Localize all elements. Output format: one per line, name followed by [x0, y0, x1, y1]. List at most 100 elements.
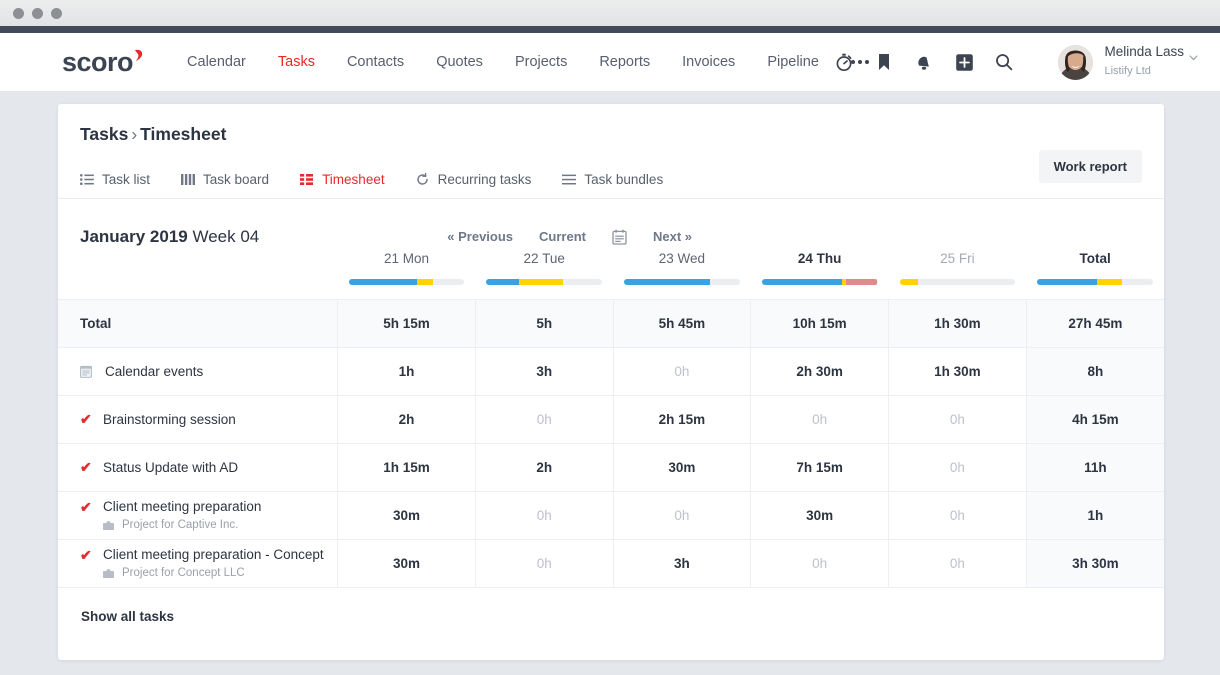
window-maximize-dot[interactable] [51, 8, 62, 19]
total-thu: 10h 15m [751, 299, 889, 347]
cell-client-concept-tue[interactable]: 0h [475, 539, 613, 587]
cell-status-update-fri[interactable]: 0h [889, 443, 1027, 491]
check-icon[interactable]: ✔ [80, 460, 92, 474]
tab-timesheet[interactable]: Timesheet [300, 161, 385, 199]
tab-task-board-label: Task board [203, 172, 269, 187]
work-report-button[interactable]: Work report [1039, 150, 1142, 183]
chevron-down-icon[interactable] [1189, 49, 1198, 55]
window-minimize-dot[interactable] [32, 8, 43, 19]
cell-calendar-events-fri[interactable]: 1h 30m [889, 347, 1027, 395]
tab-task-board[interactable]: Task board [181, 161, 269, 199]
period-label: January 2019 Week 04 [80, 227, 259, 247]
calendar-icon[interactable] [612, 229, 627, 245]
show-all-tasks-link[interactable]: Show all tasks [58, 588, 174, 624]
column-header-tue[interactable]: 22 Tue [475, 251, 613, 299]
cell-calendar-events-wed[interactable]: 0h [613, 347, 751, 395]
timesheet-head: 21 Mon 22 Tue 23 Wed [58, 251, 1164, 299]
table-row[interactable]: ✔ Brainstorming session 2h 0h 2h 15m 0h … [58, 395, 1164, 443]
total-row-label-text: Total [80, 316, 111, 331]
tab-task-bundles-label: Task bundles [584, 172, 663, 187]
user-name-row: Melinda Lass [1104, 44, 1198, 61]
cell-client-captive-mon[interactable]: 30m [338, 491, 476, 539]
search-icon[interactable] [993, 51, 1015, 73]
row-project-label-captive: Project for Captive Inc. [122, 519, 238, 531]
row-name-client-concept: Client meeting preparation - Concept [103, 547, 324, 562]
nav-item-quotes[interactable]: Quotes [420, 54, 499, 70]
total-wed: 5h 45m [613, 299, 751, 347]
day-label-total: Total [1026, 251, 1164, 266]
bookmark-icon[interactable] [873, 51, 895, 73]
nav-item-calendar[interactable]: Calendar [171, 54, 262, 70]
grid-icon [300, 174, 314, 186]
tab-task-list[interactable]: Task list [80, 161, 150, 199]
cell-brainstorming-thu[interactable]: 0h [751, 395, 889, 443]
tab-task-bundles[interactable]: Task bundles [562, 161, 663, 199]
breadcrumb-separator: › [131, 124, 137, 144]
tab-bar: Task list Task board [58, 161, 1164, 199]
cell-calendar-events-thu[interactable]: 2h 30m [751, 347, 889, 395]
cell-brainstorming-fri[interactable]: 0h [889, 395, 1027, 443]
period-month-year: January 2019 [80, 227, 188, 246]
day-label-tue: 22 Tue [475, 251, 613, 266]
tab-task-list-label: Task list [102, 172, 150, 187]
cell-calendar-events-mon[interactable]: 1h [338, 347, 476, 395]
scoro-logo[interactable]: scoro [62, 49, 143, 76]
list-icon [80, 174, 94, 186]
breadcrumb-root[interactable]: Tasks [80, 124, 128, 144]
total-tue: 5h [475, 299, 613, 347]
cell-client-concept-fri[interactable]: 0h [889, 539, 1027, 587]
cell-client-captive-fri[interactable]: 0h [889, 491, 1027, 539]
nav-item-contacts[interactable]: Contacts [331, 54, 420, 70]
cell-client-captive-wed[interactable]: 0h [613, 491, 751, 539]
tab-recurring-tasks[interactable]: Recurring tasks [416, 161, 532, 199]
cell-status-update-thu[interactable]: 7h 15m [751, 443, 889, 491]
check-icon[interactable]: ✔ [80, 412, 92, 426]
previous-button[interactable]: « Previous [447, 229, 513, 244]
period-week: Week 04 [192, 227, 259, 246]
browser-chrome [0, 0, 1220, 26]
row-name-cell-client-captive: ✔ Client meeting preparation [58, 491, 338, 539]
header-icon-group [833, 33, 1015, 91]
nav-item-pipeline[interactable]: Pipeline [751, 54, 835, 70]
cell-client-concept-thu[interactable]: 0h [751, 539, 889, 587]
cell-status-update-wed[interactable]: 30m [613, 443, 751, 491]
table-row[interactable]: ✔ Status Update with AD 1h 15m 2h 30m 7h… [58, 443, 1164, 491]
bell-icon[interactable] [913, 51, 935, 73]
cell-status-update-mon[interactable]: 1h 15m [338, 443, 476, 491]
table-row[interactable]: ✔ Client meeting preparation [58, 491, 1164, 539]
row-name-cell-brainstorming: ✔ Brainstorming session [58, 395, 338, 443]
utilization-bar-mon [349, 279, 465, 285]
user-org: Listify Ltd [1104, 65, 1150, 77]
column-header-fri[interactable]: 25 Fri [889, 251, 1027, 299]
cell-brainstorming-tue[interactable]: 0h [475, 395, 613, 443]
cell-client-captive-thu[interactable]: 30m [751, 491, 889, 539]
total-grand: 27h 45m [1026, 299, 1164, 347]
cell-brainstorming-wed[interactable]: 2h 15m [613, 395, 751, 443]
cell-client-concept-mon[interactable]: 30m [338, 539, 476, 587]
user-profile[interactable]: Melinda Lass Listify Ltd [1058, 33, 1198, 91]
window-close-dot[interactable] [13, 8, 24, 19]
column-header-thu[interactable]: 24 Thu [751, 251, 889, 299]
stopwatch-icon[interactable] [833, 51, 855, 73]
cell-brainstorming-mon[interactable]: 2h [338, 395, 476, 443]
table-row[interactable]: Calendar events 1h 3h 0h 2h 30m 1h 30m 8… [58, 347, 1164, 395]
nav-item-invoices[interactable]: Invoices [666, 54, 751, 70]
current-button[interactable]: Current [539, 229, 586, 244]
cell-calendar-events-tue[interactable]: 3h [475, 347, 613, 395]
check-icon[interactable]: ✔ [80, 500, 92, 514]
cell-client-concept-wed[interactable]: 3h [613, 539, 751, 587]
utilization-bar-total [1037, 279, 1153, 285]
cell-client-captive-tue[interactable]: 0h [475, 491, 613, 539]
cell-status-update-tue[interactable]: 2h [475, 443, 613, 491]
nav-item-projects[interactable]: Projects [499, 54, 583, 70]
column-header-mon[interactable]: 21 Mon [338, 251, 476, 299]
nav-item-tasks[interactable]: Tasks [262, 54, 331, 70]
row-name-client-captive: Client meeting preparation [103, 499, 261, 514]
breadcrumb: Tasks›Timesheet [58, 104, 1164, 145]
check-icon[interactable]: ✔ [80, 548, 92, 562]
add-square-icon[interactable] [953, 51, 975, 73]
nav-item-reports[interactable]: Reports [583, 54, 666, 70]
next-button[interactable]: Next » [653, 229, 692, 244]
column-header-wed[interactable]: 23 Wed [613, 251, 751, 299]
table-row[interactable]: ✔ Client meeting preparation - Concept [58, 539, 1164, 587]
